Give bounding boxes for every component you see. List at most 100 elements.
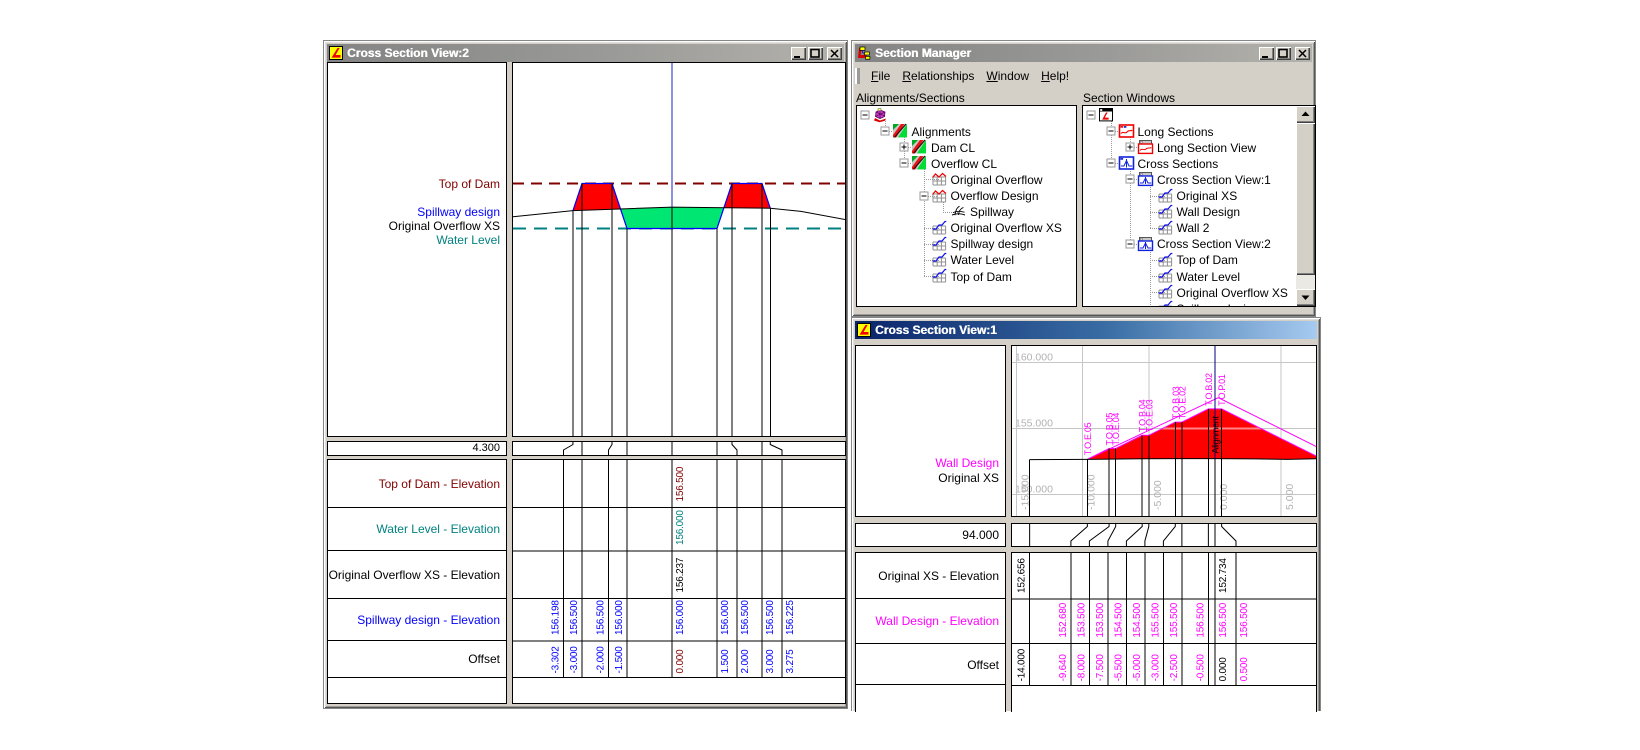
windows-tree-node[interactable]: Cross Sections <box>1138 157 1219 171</box>
tree-expander-minus[interactable] <box>1126 239 1135 248</box>
windows-tree-node[interactable]: Cross Section View:2 <box>1157 237 1271 251</box>
lsec-icon <box>1118 123 1135 139</box>
table-value: 156.198 <box>551 600 562 635</box>
alignments-tree-node[interactable]: Top of Dam <box>951 270 1012 284</box>
band-connector <box>1145 524 1149 546</box>
scroll-thumb[interactable] <box>1296 123 1315 275</box>
windows-tree-node[interactable]: Long Section View <box>1157 141 1256 155</box>
table-row-label: Original Overflow XS - Elevation <box>329 568 500 582</box>
alignments-tree-node[interactable]: Overflow Design <box>951 189 1039 203</box>
scroll-up-button[interactable] <box>1296 106 1315 123</box>
windows-tree-node[interactable]: Original XS <box>1177 189 1238 203</box>
tree-expander-minus[interactable] <box>861 111 870 120</box>
tree-expander-plus[interactable] <box>1126 143 1135 152</box>
tree-expander-minus[interactable] <box>1106 127 1115 136</box>
table-row-label: Water Level - Elevation <box>376 522 500 536</box>
menubar-grip[interactable] <box>855 68 860 84</box>
string-marker-label: T.O.E.03 <box>1144 399 1154 432</box>
band-connector <box>770 442 782 455</box>
manager-close-button[interactable] <box>1295 47 1310 60</box>
table-value: 156.000 <box>614 600 625 635</box>
table-value: -8.000 <box>1076 654 1087 682</box>
alignments-tree-node[interactable]: Spillway design <box>951 237 1034 251</box>
menu-help[interactable]: Help! <box>1035 67 1075 85</box>
table-row-label: Offset <box>967 658 999 672</box>
tree-connector <box>1150 185 1151 227</box>
alignments-tree-node[interactable]: Water Level <box>951 253 1015 267</box>
csv1-table-row-labels: Original XS - Elevation Wall Design - Ele… <box>855 552 1006 712</box>
tree-expander-plus[interactable] <box>900 143 909 152</box>
windows-tree-node[interactable]: Wall 2 <box>1177 221 1210 235</box>
fan-icon <box>950 204 967 220</box>
csv1-table-svg: 152.656152.734152.680153.500153.500154.5… <box>1012 553 1316 712</box>
alignments-tree-node[interactable]: Original Overflow <box>951 173 1043 187</box>
band-connector <box>564 442 573 455</box>
alignments-tree-node[interactable]: Spillway <box>970 205 1014 219</box>
table-row-line <box>856 643 1005 644</box>
alignments-tree-node[interactable]: Original Overflow XS <box>951 221 1062 235</box>
manager-titlebar[interactable]: Section Manager <box>855 44 1312 62</box>
elevation-tick-label: 160.000 <box>1015 352 1053 364</box>
windows-tree-node[interactable]: Wall Design <box>1177 205 1241 219</box>
tree-expander-minus[interactable] <box>919 191 928 200</box>
alignments-tree-node[interactable]: Dam CL <box>931 141 975 155</box>
csv2-minimize-button[interactable] <box>791 47 806 60</box>
series-label: Original XS <box>938 471 999 485</box>
csv1-series-label-panel: Wall DesignOriginal XS <box>855 345 1006 517</box>
tree-expander-minus[interactable] <box>900 159 909 168</box>
csv2-titlebar[interactable]: Cross Section View:2 <box>327 44 844 62</box>
csv2-drawing-area[interactable] <box>512 62 846 437</box>
tree-expander-minus[interactable] <box>1106 159 1115 168</box>
table-row-label: Original XS - Elevation <box>878 569 999 583</box>
csv2-close-button[interactable] <box>827 47 842 60</box>
manager-minimize-button[interactable] <box>1259 47 1274 60</box>
alignments-tree-node[interactable]: Overflow CL <box>931 157 997 171</box>
string-marker-label: T.O.P.01 <box>1217 374 1227 406</box>
csv1-title: Cross Section View:1 <box>875 323 997 337</box>
csv1-drawing-svg: 160.000155.000150.000-15.000-10.000-5.00… <box>1012 346 1316 516</box>
csv1-band-label-cell: 94.000 <box>855 523 1006 547</box>
menu-window[interactable]: Window <box>980 67 1035 85</box>
csv1-titlebar[interactable]: Cross Section View:1 <box>855 321 1317 339</box>
csv2-connector-band <box>512 441 846 456</box>
appwin-icon <box>1098 107 1115 123</box>
windows-tree-node[interactable]: Cross Section View:1 <box>1157 173 1271 187</box>
table-value: 155.500 <box>1150 602 1161 637</box>
windows-tree-node[interactable]: Water Level <box>1177 270 1241 284</box>
table-row-label: Top of Dam - Elevation <box>379 477 500 491</box>
tree-expander-minus[interactable] <box>1087 111 1096 120</box>
table-row-line <box>328 677 506 678</box>
csv1-drawing-area[interactable]: 160.000155.000150.000-15.000-10.000-5.00… <box>1011 345 1317 517</box>
window-cross-section-view-1: Cross Section View:1 Wall DesignOriginal… <box>851 317 1321 711</box>
series-label: Top of Dam <box>439 177 500 191</box>
windows-tree-node[interactable]: Long Sections <box>1138 125 1214 139</box>
windows-tree-node[interactable]: Spillway design <box>1177 302 1260 306</box>
string-marker-label: T.O.E.02 <box>1177 386 1187 419</box>
windows-tree-node[interactable]: Top of Dam <box>1177 253 1238 267</box>
tree-expander-minus[interactable] <box>880 127 889 136</box>
table-value: 156.500 <box>1239 602 1250 637</box>
band-connector <box>1089 524 1109 546</box>
string-marker-label: Alignment <box>1211 415 1221 453</box>
band-connector <box>1222 524 1236 546</box>
profB-icon <box>1157 252 1174 268</box>
menu-file[interactable]: File <box>865 67 896 85</box>
manager-maximize-button[interactable] <box>1276 47 1291 60</box>
scroll-down-button[interactable] <box>1296 289 1315 306</box>
table-row-label: Wall Design - Elevation <box>875 614 999 628</box>
windows-tree-node[interactable]: Original Overflow XS <box>1177 286 1288 300</box>
table-value: -3.000 <box>569 646 580 674</box>
tree-scrollbar[interactable] <box>1296 106 1315 306</box>
alignments-tree-node[interactable]: Alignments <box>912 125 971 139</box>
panel1-caption: Alignments/Sections <box>856 91 965 105</box>
table-value: 0.500 <box>1239 657 1250 682</box>
menu-relationships[interactable]: Relationships <box>896 67 980 85</box>
table-value: -14.000 <box>1017 648 1028 681</box>
series-label: Wall Design <box>935 456 999 470</box>
profR-icon <box>931 171 948 187</box>
tree-expander-minus[interactable] <box>1126 175 1135 184</box>
offset-tick-label: -5.000 <box>1152 480 1164 510</box>
csv2-maximize-button[interactable] <box>808 47 823 60</box>
desktop: Cross Section View:2 Top of Dam Spillway … <box>0 0 1640 750</box>
table-value: 3.000 <box>765 649 776 674</box>
